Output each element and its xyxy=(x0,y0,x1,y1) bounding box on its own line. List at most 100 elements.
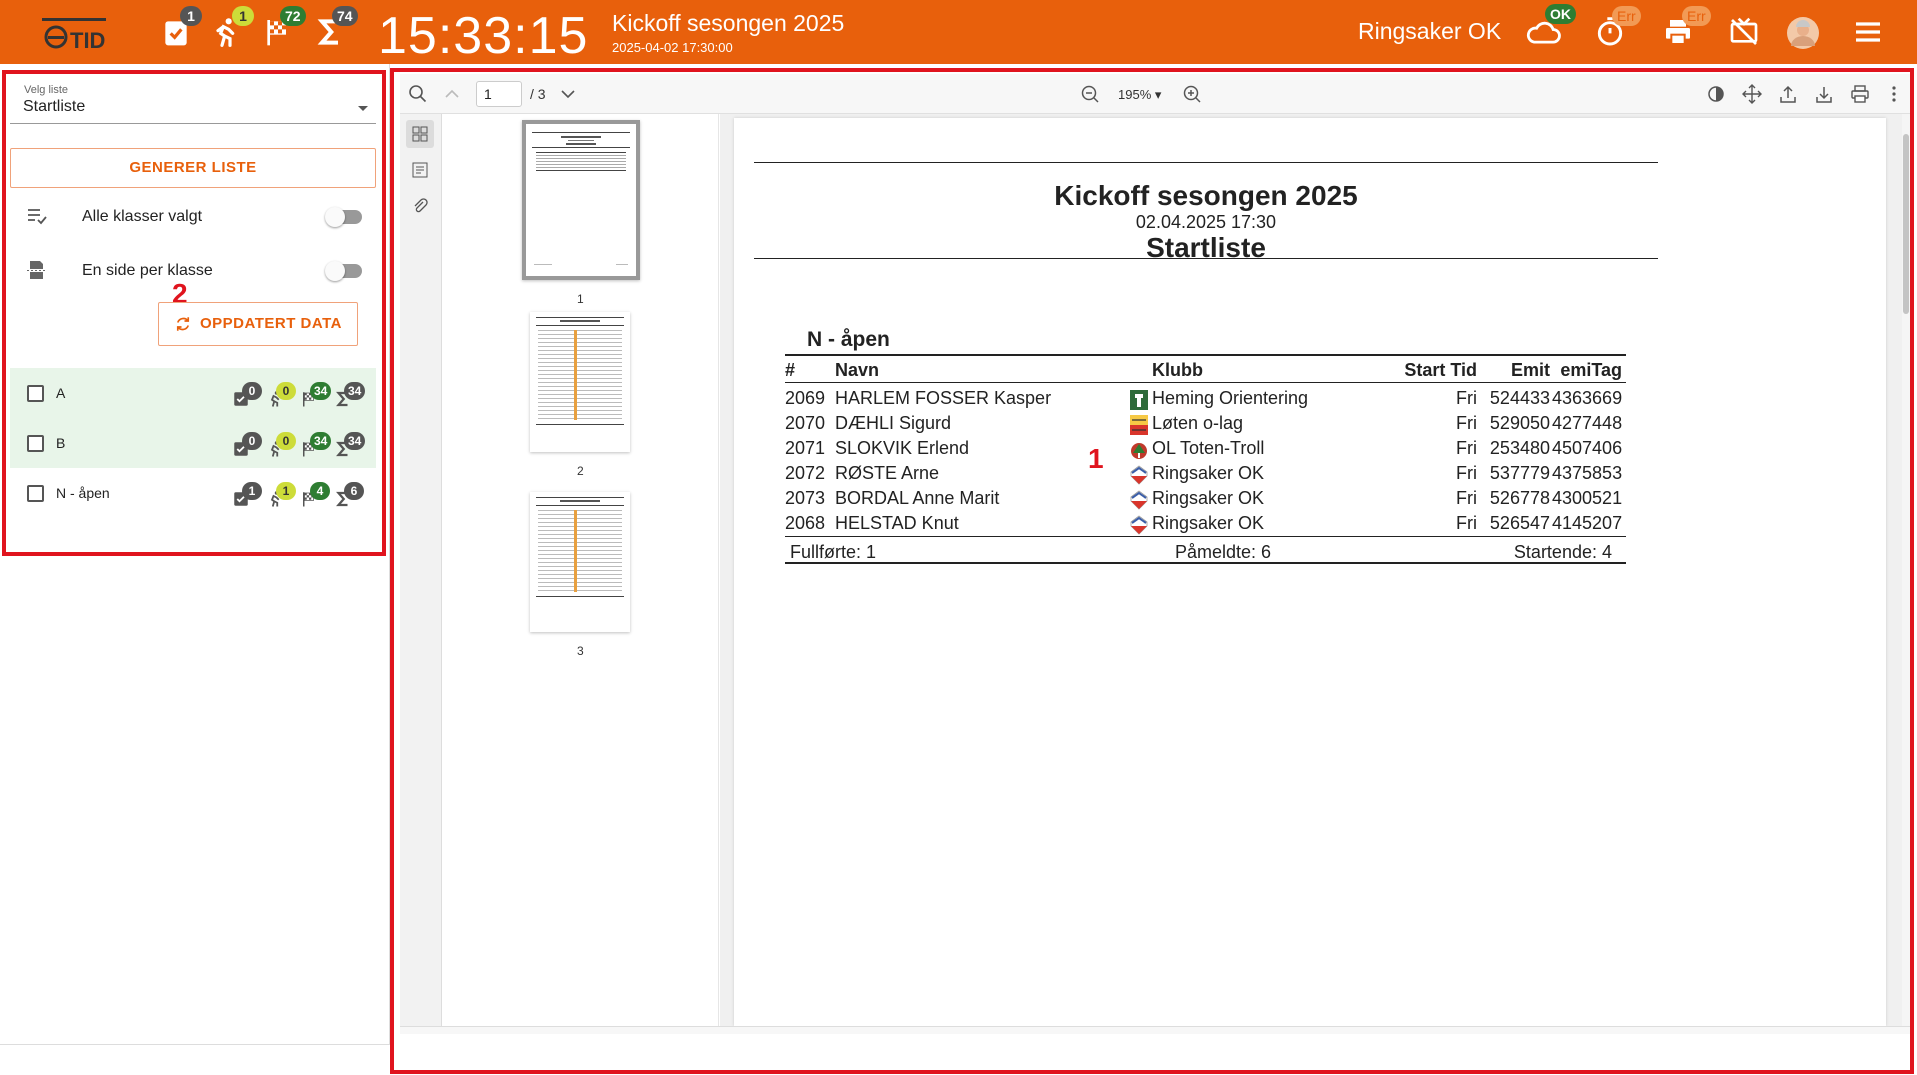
thumbnail-label: 2 xyxy=(577,464,584,478)
list-settings-panel: Startliste Velg liste GENERER LISTE Alle… xyxy=(0,64,390,1045)
column-header-emitag: emiTag xyxy=(1560,360,1622,380)
class-finished-stat: 34 xyxy=(300,432,336,462)
cell-emitag: 4363669 xyxy=(1552,388,1623,408)
page-thumbnail-2[interactable] xyxy=(530,312,630,452)
page-number-input[interactable]: 1 xyxy=(476,81,522,107)
class-row-n-apen[interactable]: N - åpen 1 1 4 6 xyxy=(10,468,376,518)
class-checkbox[interactable] xyxy=(27,485,44,502)
class-running-stat: 0 xyxy=(266,432,302,462)
cell-number: 2068 xyxy=(785,513,826,533)
cell-emit: 526778 xyxy=(1489,488,1550,508)
club-name[interactable]: Ringsaker OK xyxy=(1358,18,1501,45)
class-name: B xyxy=(56,435,66,451)
next-page-icon[interactable] xyxy=(558,84,578,104)
document-list-name: Startliste xyxy=(1146,232,1266,263)
rule xyxy=(785,382,1626,383)
count-badge: 1 xyxy=(276,482,296,500)
rule xyxy=(785,562,1626,564)
class-running-stat: 0 xyxy=(266,382,302,412)
cell-emit: 253480 xyxy=(1489,438,1550,458)
toggle-row-all-classes: Alle klasser valgt xyxy=(10,196,376,236)
rule xyxy=(785,354,1626,356)
outline-icon[interactable] xyxy=(412,162,428,178)
presentation-mode-icon[interactable] xyxy=(1706,84,1726,104)
scrollbar-thumb[interactable] xyxy=(1903,134,1909,314)
footer-finished: Fullførte: 1 xyxy=(790,542,877,562)
cell-number: 2073 xyxy=(785,488,826,508)
document-datetime: 02.04.2025 17:30 xyxy=(1135,212,1277,232)
class-checked-stat: 0 xyxy=(232,382,268,412)
page-per-class-switch[interactable] xyxy=(325,261,362,281)
cell-club: Ringsaker OK xyxy=(1152,488,1265,508)
cell-start-time: Fri xyxy=(1456,513,1477,533)
cell-club: Ringsaker OK xyxy=(1152,463,1265,483)
class-finished-stat: 34 xyxy=(300,382,336,412)
toten-logo-icon xyxy=(1129,439,1149,461)
refresh-icon xyxy=(176,317,190,331)
update-data-button[interactable]: OPPDATERT DATA xyxy=(158,302,358,346)
class-row-a[interactable]: A 0 0 34 34 xyxy=(10,368,376,418)
download-icon[interactable] xyxy=(1814,84,1834,104)
open-file-icon[interactable] xyxy=(1778,84,1798,104)
generate-list-button[interactable]: GENERER LISTE xyxy=(10,148,376,188)
zoom-out-icon[interactable] xyxy=(1080,84,1100,104)
finished-count-badge: 72 xyxy=(280,6,306,26)
total-count-badge: 74 xyxy=(332,6,358,26)
search-icon[interactable] xyxy=(408,84,428,104)
class-checkbox[interactable] xyxy=(27,435,44,452)
pdf-viewer: 1 / 3 195% ▾ 1 2 3 Kickoff sesongen 2025… xyxy=(400,74,1910,1034)
attachment-icon[interactable] xyxy=(412,198,428,214)
pan-tool-icon[interactable] xyxy=(1742,84,1762,104)
all-classes-switch[interactable] xyxy=(325,207,362,227)
otid-logo[interactable]: TID xyxy=(38,12,116,52)
ringsaker-logo-icon xyxy=(1129,464,1149,486)
class-running-stat: 1 xyxy=(266,482,302,512)
cell-number: 2072 xyxy=(785,463,826,483)
cell-start-time: Fri xyxy=(1456,413,1477,433)
thumbnails-tab[interactable] xyxy=(406,120,434,148)
printer-status-badge: Err xyxy=(1682,6,1711,26)
cell-start-time: Fri xyxy=(1456,388,1477,408)
count-badge: 34 xyxy=(310,432,332,450)
page-thumbnail-preview xyxy=(536,497,624,597)
class-heading: N - åpen xyxy=(807,328,890,351)
zoom-level-select[interactable]: 195% ▾ xyxy=(1118,87,1161,103)
count-badge: 0 xyxy=(276,432,296,450)
avatar[interactable] xyxy=(1786,16,1820,50)
count-badge: 0 xyxy=(242,382,262,400)
page-thumbnail-1[interactable] xyxy=(522,120,640,280)
class-checked-stat: 1 xyxy=(232,482,268,512)
thumbnails-icon xyxy=(412,126,428,142)
cell-name: SLOKVIK Erlend xyxy=(835,438,970,458)
vertical-scrollbar[interactable] xyxy=(1902,114,1910,1026)
running-count-badge: 1 xyxy=(232,6,254,26)
count-badge: 1 xyxy=(242,482,262,500)
cell-emitag: 4277448 xyxy=(1552,413,1623,433)
list-select-label: Velg liste xyxy=(22,84,71,96)
page-thumbnail-preview xyxy=(532,132,630,265)
cell-number: 2070 xyxy=(785,413,826,433)
previous-page-icon[interactable] xyxy=(442,84,462,104)
cell-name: DÆHLI Sigurd xyxy=(835,413,952,433)
class-checkbox[interactable] xyxy=(27,385,44,402)
class-name: A xyxy=(56,385,66,401)
more-options-icon[interactable] xyxy=(1884,84,1904,104)
thumbnail-label: 1 xyxy=(577,292,584,306)
hamburger-menu-icon[interactable] xyxy=(1852,16,1886,50)
class-total-stat: 34 xyxy=(334,432,370,462)
class-row-b[interactable]: B 0 0 34 34 xyxy=(10,418,376,468)
page-thumbnail-preview xyxy=(536,317,624,425)
cell-club: OL Toten-Troll xyxy=(1152,438,1265,458)
cell-emit: 529050 xyxy=(1489,413,1550,433)
page-thumbnail-3[interactable] xyxy=(530,492,630,632)
update-data-label: OPPDATERT DATA xyxy=(200,315,342,332)
count-badge: 0 xyxy=(276,382,296,400)
print-icon[interactable] xyxy=(1850,84,1870,104)
dropdown-caret-icon xyxy=(358,106,368,111)
tv-off-icon[interactable] xyxy=(1728,16,1762,50)
zoom-in-icon[interactable] xyxy=(1182,84,1202,104)
cell-name: HELSTAD Knut xyxy=(835,513,959,533)
pdf-page: Kickoff sesongen 2025 02.04.2025 17:30 S… xyxy=(734,118,1886,1026)
count-badge: 34 xyxy=(344,432,366,450)
event-datetime: 2025-04-02 17:30:00 xyxy=(612,40,733,55)
